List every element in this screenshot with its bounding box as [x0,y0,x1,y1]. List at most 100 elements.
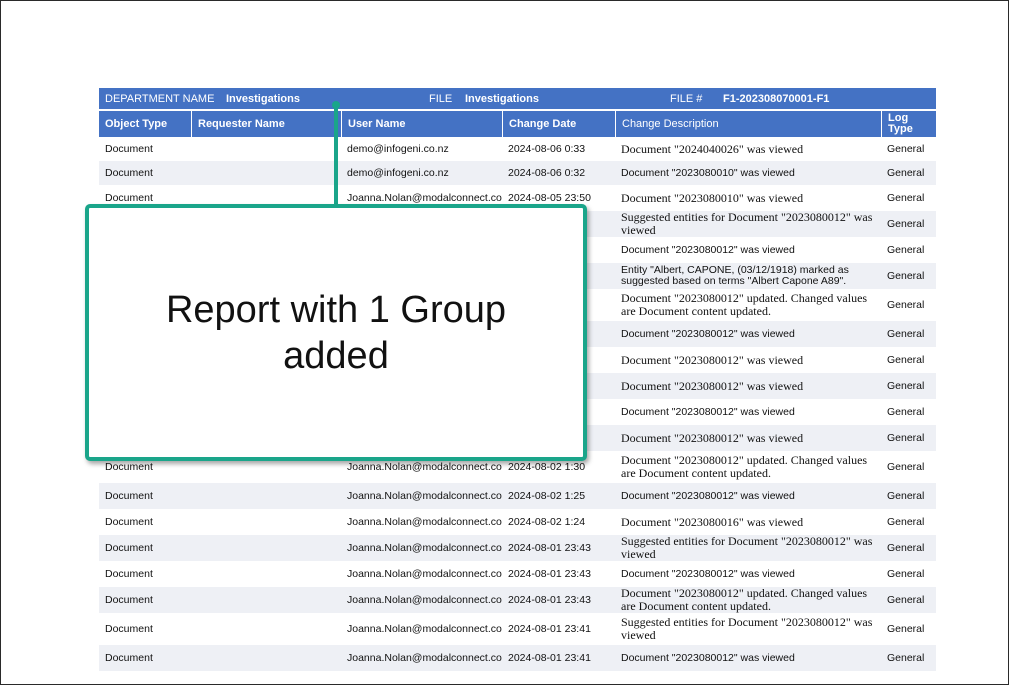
table-row: Document Joanna.Nolan@modalconnect.com 202… [99,645,936,671]
change-description-cell: Document "2023080012" was viewed [621,243,795,256]
change-description-cell: Document "2023080010" was viewed [621,166,795,179]
report-page: DEPARTMENT NAME Investigations FILE Inve… [0,0,1009,685]
file-number-label: FILE # [670,93,703,105]
object-type-cell: Document [105,142,153,155]
object-type-cell: Document [105,489,153,502]
table-row: Document Joanna.Nolan@modalconnect.com 202… [99,561,936,587]
group-header-bar: DEPARTMENT NAME Investigations FILE Inve… [99,88,936,109]
change-description-cell: Document "2023080012" was viewed [621,567,795,580]
object-type-cell: Document [105,651,153,664]
log-type-cell: General [887,166,925,179]
change-date-cell: 2024-08-01 23:41 [508,622,591,635]
callout-text: Report with 1 Group added [165,288,507,377]
change-description-cell: Document "2023080012" updated. Changed v… [621,587,868,613]
change-date-cell: 2024-08-01 23:43 [508,593,591,606]
log-type-cell: General [887,298,925,311]
log-type-cell: General [887,405,925,418]
user-name-cell: Joanna.Nolan@modalconnect.com [347,651,502,664]
table-row: Document demo@infogeni.co.nz 2024-08-06 0:… [99,161,936,185]
requester-name-cell [191,483,341,509]
requester-name-cell [191,509,341,535]
object-type-cell: Document [105,567,153,580]
log-type-cell: General [887,327,925,340]
change-description-cell: Document "2024040026" was viewed [621,141,804,156]
log-type-cell: General [887,269,925,282]
file-label: FILE [429,93,453,105]
requester-name-cell [191,161,341,185]
requester-name-cell [191,645,341,671]
change-description-cell: Document "2023080012" was viewed [621,489,795,502]
log-type-cell: General [887,489,925,502]
change-date-cell: 2024-08-06 0:32 [508,166,586,179]
log-type-cell: General [887,191,925,204]
change-description-cell: Document "2023080010" was viewed [621,190,804,205]
change-description-cell: Document "2023080012" was viewed [621,378,804,393]
requester-name-cell [191,137,341,161]
change-date-cell: 2024-08-02 1:24 [508,515,586,528]
change-description-cell: Suggested entities for Document "2023080… [621,615,873,642]
object-type-cell: Document [105,622,153,635]
column-header-requester-name: Requester Name [191,111,341,137]
user-name-cell: Joanna.Nolan@modalconnect.com [347,622,502,635]
change-description-cell: Document "2023080012" was viewed [621,327,795,340]
department-label: DEPARTMENT NAME [105,93,215,105]
user-name-cell: Joanna.Nolan@modalconnect.com [347,593,502,606]
change-description-cell: Document "2023080012" was viewed [621,352,804,367]
log-type-cell: General [887,622,925,635]
table-row: Document Joanna.Nolan@modalconnect.com 202… [99,509,936,535]
user-name-cell: demo@infogeni.co.nz [347,142,449,155]
log-type-cell: General [887,593,925,606]
user-name-cell: Joanna.Nolan@modalconnect.com [347,515,502,528]
column-header-log-type: Log Type [881,111,936,137]
change-description-cell: Suggested entities for Document "2023080… [621,211,873,237]
table-row: Document demo@infogeni.co.nz 2024-08-06 0:… [99,137,936,161]
table-row: Document Joanna.Nolan@modalconnect.com 202… [99,535,936,561]
log-type-cell: General [887,460,925,473]
column-header-change-description: Change Description [615,111,881,137]
log-type-cell: General [887,515,925,528]
change-description-cell: Document "2023080016" was viewed [621,514,804,529]
change-description-cell: Document "2023080012" was viewed [621,651,795,664]
change-description-cell: Entity "Albert, CAPONE, (03/12/1918) mar… [621,264,849,287]
file-number-value: F1-202308070001-F1 [723,93,830,105]
change-date-cell: 2024-08-06 0:33 [508,142,586,155]
user-name-cell: demo@infogeni.co.nz [347,166,449,179]
column-header-object-type: Object Type [105,118,168,130]
change-description-cell: Document "2023080012" updated. Changed v… [621,453,868,480]
log-type-cell: General [887,243,925,256]
change-date-cell: 2024-08-01 23:43 [508,541,591,554]
log-type-cell: General [887,142,925,155]
log-type-cell: General [887,651,925,664]
table-row: Document Joanna.Nolan@modalconnect.com 202… [99,613,936,645]
object-type-cell: Document [105,166,153,179]
column-header-change-date: Change Date [502,111,615,137]
change-description-cell: Document "2023080012" was viewed [621,405,795,418]
callout-box: Report with 1 Group added [85,204,587,461]
change-date-cell: 2024-08-01 23:43 [508,567,591,580]
change-date-cell: 2024-08-01 23:41 [508,651,591,664]
log-type-cell: General [887,541,925,554]
user-name-cell: Joanna.Nolan@modalconnect.com [347,541,502,554]
requester-name-cell [191,561,341,587]
requester-name-cell [191,587,341,613]
log-type-cell: General [887,567,925,580]
department-value: Investigations [226,93,300,105]
log-type-cell: General [887,431,925,444]
table-row: Document Joanna.Nolan@modalconnect.com 202… [99,587,936,613]
callout-connector-dot [332,101,340,109]
object-type-cell: Document [105,593,153,606]
requester-name-cell [191,535,341,561]
file-value: Investigations [465,93,539,105]
change-description-cell: Document "2023080012" was viewed [621,430,804,445]
callout-connector-line [334,105,338,209]
column-header-user-name: User Name [341,111,502,137]
object-type-cell: Document [105,541,153,554]
log-type-cell: General [887,379,925,392]
log-type-cell: General [887,217,925,230]
log-type-cell: General [887,353,925,366]
change-description-cell: Document "2023080012" updated. Changed v… [621,291,868,318]
change-date-cell: 2024-08-02 1:25 [508,489,586,502]
table-header: Object Type Requester Name User Name Cha… [99,111,936,137]
user-name-cell: Joanna.Nolan@modalconnect.com [347,567,502,580]
change-description-cell: Suggested entities for Document "2023080… [621,535,873,561]
